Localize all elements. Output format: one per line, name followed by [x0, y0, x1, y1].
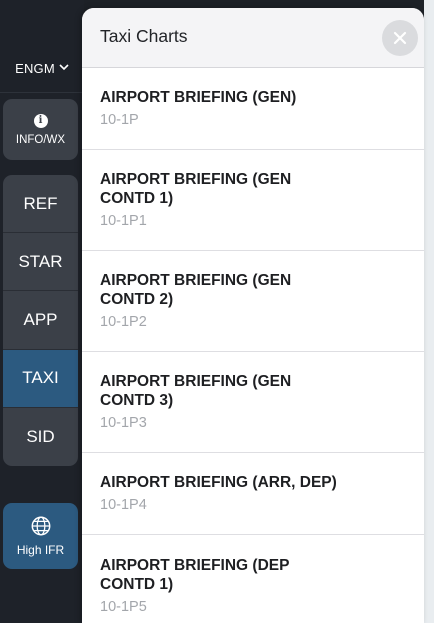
sidebar-divider	[0, 92, 84, 93]
list-item[interactable]: AIRPORT BRIEFING (GEN CONTD 3) 10-1P3	[82, 352, 424, 453]
chart-title: AIRPORT BRIEFING (ARR, DEP)	[100, 474, 337, 491]
info-wx-button[interactable]: i INFO/WX	[3, 99, 78, 160]
airport-selector[interactable]: ENGM	[0, 46, 84, 90]
list-item[interactable]: AIRPORT BRIEFING (ARR, DEP) 10-1P4	[82, 453, 424, 535]
chart-code: 10-1P	[100, 112, 139, 128]
list-item[interactable]: AIRPORT BRIEFING (GEN CONTD 2) 10-1P2	[82, 251, 424, 352]
info-wx-label: INFO/WX	[15, 133, 66, 146]
map-background[interactable]	[424, 0, 434, 623]
taxi-charts-panel: Taxi Charts AIRPORT BRIEFING (GEN) 10-1P…	[82, 8, 424, 623]
chart-code: 10-1P2	[100, 314, 147, 330]
chart-list: AIRPORT BRIEFING (GEN) 10-1P AIRPORT BRI…	[82, 68, 424, 623]
high-ifr-label: High IFR	[16, 543, 65, 557]
tab-app[interactable]: APP	[3, 291, 78, 350]
chart-code: 10-1P1	[100, 213, 147, 229]
info-icon: i	[33, 113, 48, 128]
sidebar: ENGM i INFO/WX REF STAR APP TAXI SID Hig…	[0, 0, 84, 623]
chart-code: 10-1P5	[100, 598, 147, 615]
chart-title: AIRPORT BRIEFING (GEN CONTD 3)	[100, 373, 292, 409]
chart-type-tabs: REF STAR APP TAXI SID	[3, 175, 78, 466]
list-item[interactable]: AIRPORT BRIEFING (DEP CONTD 1) 10-1P5	[82, 535, 424, 623]
globe-icon	[31, 516, 50, 536]
list-item[interactable]: AIRPORT BRIEFING (GEN) 10-1P	[82, 68, 424, 150]
high-ifr-button[interactable]: High IFR	[3, 503, 78, 569]
chart-title: AIRPORT BRIEFING (DEP CONTD 1)	[100, 556, 290, 593]
tab-taxi[interactable]: TAXI	[3, 349, 78, 408]
close-icon	[393, 31, 407, 45]
tab-sid[interactable]: SID	[3, 408, 78, 466]
panel-title: Taxi Charts	[100, 26, 188, 46]
chart-title: AIRPORT BRIEFING (GEN CONTD 1)	[100, 171, 292, 207]
chart-title: AIRPORT BRIEFING (GEN CONTD 2)	[100, 272, 292, 308]
chart-code: 10-1P3	[100, 415, 147, 431]
list-item[interactable]: AIRPORT BRIEFING (GEN CONTD 1) 10-1P1	[82, 150, 424, 251]
close-button[interactable]	[382, 20, 418, 56]
airport-code: ENGM	[15, 60, 55, 76]
chart-title: AIRPORT BRIEFING (GEN)	[100, 89, 297, 106]
chart-code: 10-1P4	[100, 497, 147, 513]
tab-star[interactable]: STAR	[3, 233, 78, 292]
tab-ref[interactable]: REF	[3, 175, 78, 234]
chevron-down-icon	[59, 63, 69, 74]
panel-header: Taxi Charts	[82, 8, 424, 68]
